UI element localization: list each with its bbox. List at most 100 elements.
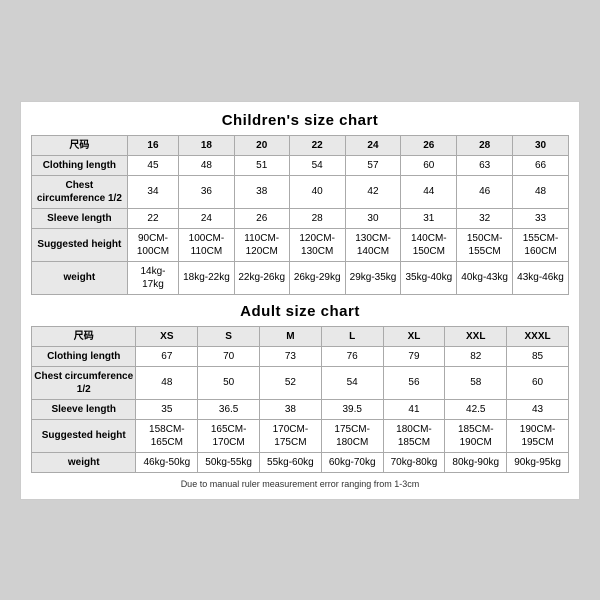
cell-value: 41 bbox=[383, 399, 445, 419]
adult-col-header: XS bbox=[136, 326, 198, 346]
row-label: Clothing length bbox=[32, 346, 136, 366]
cell-value: 79 bbox=[383, 346, 445, 366]
cell-value: 42.5 bbox=[445, 399, 507, 419]
cell-value: 158CM-165CM bbox=[136, 419, 198, 452]
cell-value: 52 bbox=[260, 366, 322, 399]
adult-col-header: L bbox=[321, 326, 383, 346]
adult-table: 尺码XSSMLXLXXLXXXL Clothing length67707376… bbox=[31, 326, 569, 473]
cell-value: 63 bbox=[457, 155, 513, 175]
cell-value: 60 bbox=[401, 155, 457, 175]
cell-value: 18kg-22kg bbox=[179, 261, 234, 294]
row-label: weight bbox=[32, 452, 136, 472]
table-row: weight14kg-17kg18kg-22kg22kg-26kg26kg-29… bbox=[32, 261, 569, 294]
adult-col-header: S bbox=[198, 326, 260, 346]
cell-value: 55kg-60kg bbox=[260, 452, 322, 472]
cell-value: 85 bbox=[507, 346, 569, 366]
row-label: Clothing length bbox=[32, 155, 128, 175]
cell-value: 45 bbox=[127, 155, 178, 175]
adult-col-header: XXXL bbox=[507, 326, 569, 346]
children-col-header: 尺码 bbox=[32, 135, 128, 155]
cell-value: 48 bbox=[179, 155, 234, 175]
cell-value: 48 bbox=[513, 175, 569, 208]
cell-value: 58 bbox=[445, 366, 507, 399]
row-label: Chest circumference 1/2 bbox=[32, 366, 136, 399]
table-row: Clothing length4548515457606366 bbox=[32, 155, 569, 175]
cell-value: 180CM-185CM bbox=[383, 419, 445, 452]
row-label: weight bbox=[32, 261, 128, 294]
cell-value: 54 bbox=[321, 366, 383, 399]
table-row: Suggested height90CM-100CM100CM-110CM110… bbox=[32, 228, 569, 261]
cell-value: 36 bbox=[179, 175, 234, 208]
cell-value: 90CM-100CM bbox=[127, 228, 178, 261]
cell-value: 155CM-160CM bbox=[513, 228, 569, 261]
table-row: Clothing length67707376798285 bbox=[32, 346, 569, 366]
cell-value: 46 bbox=[457, 175, 513, 208]
cell-value: 110CM-120CM bbox=[234, 228, 289, 261]
table-row: Suggested height158CM-165CM165CM-170CM 17… bbox=[32, 419, 569, 452]
cell-value: 26 bbox=[234, 208, 289, 228]
cell-value: 22 bbox=[127, 208, 178, 228]
cell-value: 57 bbox=[345, 155, 401, 175]
adult-col-header: XL bbox=[383, 326, 445, 346]
cell-value: 70kg-80kg bbox=[383, 452, 445, 472]
table-row: Sleeve length2224262830313233 bbox=[32, 208, 569, 228]
adult-col-header: M bbox=[260, 326, 322, 346]
cell-value: 44 bbox=[401, 175, 457, 208]
children-col-header: 16 bbox=[127, 135, 178, 155]
row-label: Sleeve length bbox=[32, 208, 128, 228]
cell-value: 150CM-155CM bbox=[457, 228, 513, 261]
cell-value: 60 bbox=[507, 366, 569, 399]
cell-value: 38 bbox=[234, 175, 289, 208]
cell-value: 70 bbox=[198, 346, 260, 366]
adult-col-header: XXL bbox=[445, 326, 507, 346]
cell-value: 14kg-17kg bbox=[127, 261, 178, 294]
cell-value: 40kg-43kg bbox=[457, 261, 513, 294]
cell-value: 80kg-90kg bbox=[445, 452, 507, 472]
children-col-header: 30 bbox=[513, 135, 569, 155]
cell-value: 28 bbox=[289, 208, 345, 228]
cell-value: 24 bbox=[179, 208, 234, 228]
cell-value: 165CM-170CM bbox=[198, 419, 260, 452]
children-col-header: 24 bbox=[345, 135, 401, 155]
cell-value: 33 bbox=[513, 208, 569, 228]
cell-value: 32 bbox=[457, 208, 513, 228]
row-label: Suggested height bbox=[32, 419, 136, 452]
cell-value: 67 bbox=[136, 346, 198, 366]
cell-value: 90kg-95kg bbox=[507, 452, 569, 472]
cell-value: 66 bbox=[513, 155, 569, 175]
row-label: Chest circumference 1/2 bbox=[32, 175, 128, 208]
note-text: Due to manual ruler measurement error ra… bbox=[31, 479, 569, 489]
cell-value: 22kg-26kg bbox=[234, 261, 289, 294]
cell-value: 185CM-190CM bbox=[445, 419, 507, 452]
table-row: Sleeve length3536.53839.54142.543 bbox=[32, 399, 569, 419]
row-label: Suggested height bbox=[32, 228, 128, 261]
cell-value: 30 bbox=[345, 208, 401, 228]
cell-value: 175CM-180CM bbox=[321, 419, 383, 452]
children-col-header: 26 bbox=[401, 135, 457, 155]
children-col-header: 18 bbox=[179, 135, 234, 155]
cell-value: 38 bbox=[260, 399, 322, 419]
children-chart-title: Children's size chart bbox=[31, 112, 569, 129]
cell-value: 130CM-140CM bbox=[345, 228, 401, 261]
cell-value: 50kg-55kg bbox=[198, 452, 260, 472]
cell-value: 120CM-130CM bbox=[289, 228, 345, 261]
row-label: Sleeve length bbox=[32, 399, 136, 419]
adult-chart-title: Adult size chart bbox=[31, 303, 569, 320]
cell-value: 56 bbox=[383, 366, 445, 399]
table-row: Chest circumference 1/248505254565860 bbox=[32, 366, 569, 399]
cell-value: 76 bbox=[321, 346, 383, 366]
cell-value: 51 bbox=[234, 155, 289, 175]
cell-value: 40 bbox=[289, 175, 345, 208]
cell-value: 42 bbox=[345, 175, 401, 208]
cell-value: 39.5 bbox=[321, 399, 383, 419]
cell-value: 140CM-150CM bbox=[401, 228, 457, 261]
cell-value: 73 bbox=[260, 346, 322, 366]
cell-value: 82 bbox=[445, 346, 507, 366]
cell-value: 100CM-110CM bbox=[179, 228, 234, 261]
children-col-header: 28 bbox=[457, 135, 513, 155]
cell-value: 43 bbox=[507, 399, 569, 419]
cell-value: 48 bbox=[136, 366, 198, 399]
cell-value: 34 bbox=[127, 175, 178, 208]
cell-value: 54 bbox=[289, 155, 345, 175]
cell-value: 50 bbox=[198, 366, 260, 399]
